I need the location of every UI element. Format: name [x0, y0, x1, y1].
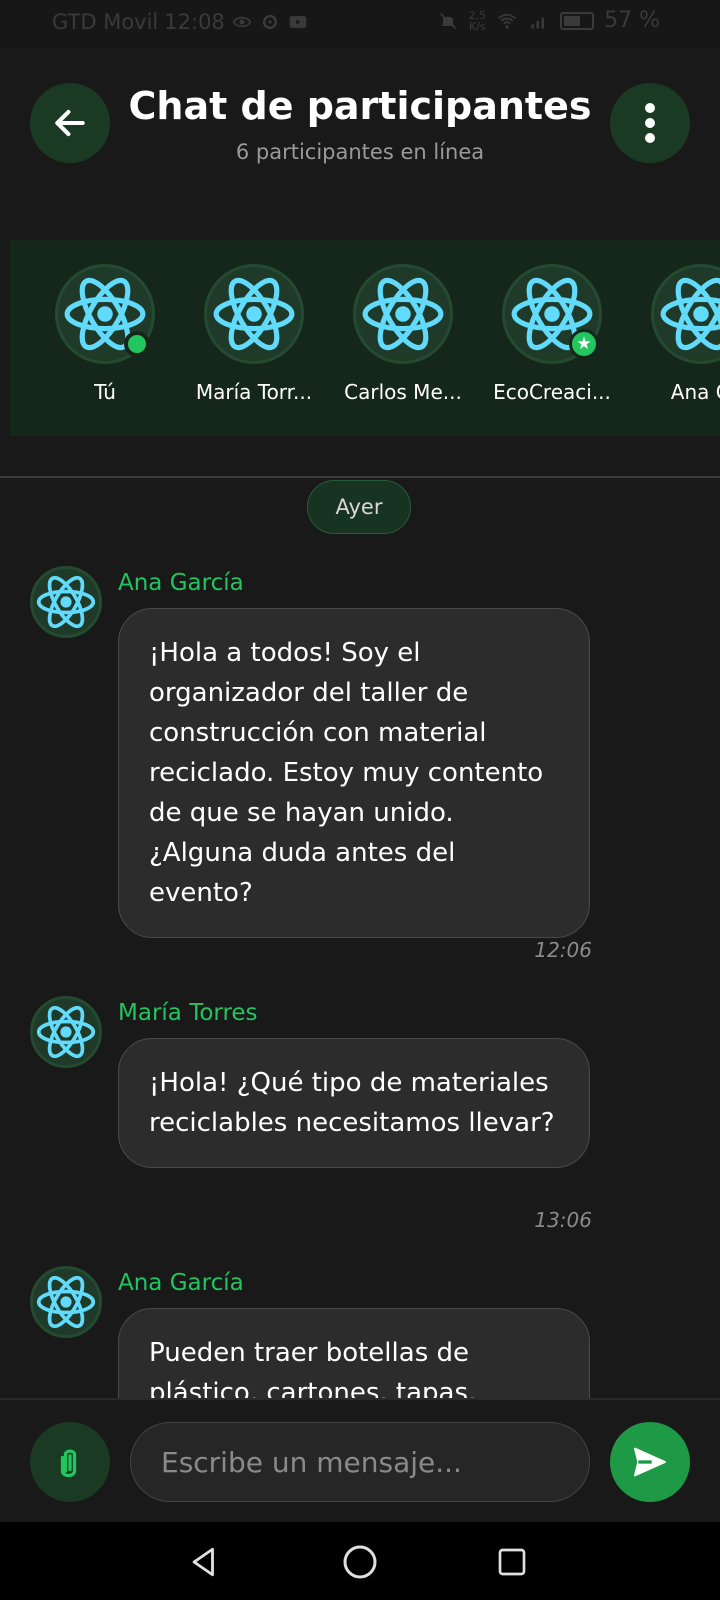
react-logo-icon: [36, 1275, 96, 1329]
attach-button[interactable]: [30, 1422, 110, 1502]
chat-header: Chat de participantes 6 participantes en…: [0, 48, 720, 238]
network-speed: 2,5 K/s: [469, 10, 487, 32]
participant-name: EcoCreaci...: [493, 380, 611, 404]
sender-avatar[interactable]: [30, 1266, 102, 1338]
eye-icon: [232, 16, 252, 28]
circle-home-icon: [343, 1545, 377, 1579]
date-separator: Ayer: [307, 480, 411, 534]
participant-item[interactable]: Carlos Me...: [338, 264, 468, 404]
youtube-icon: [289, 16, 307, 28]
react-logo-icon: [660, 277, 720, 351]
speed-unit: K/s: [469, 19, 486, 33]
send-icon: [634, 1447, 666, 1477]
status-time: 12:08: [164, 10, 225, 34]
carrier-label: GTD Movil: [52, 10, 159, 34]
react-logo-icon: [36, 1005, 96, 1059]
nav-home-button[interactable]: [336, 1538, 384, 1586]
divider: [0, 476, 720, 478]
composer-bar: [0, 1398, 720, 1522]
participant-name: Tú: [94, 380, 116, 404]
speed-value: 2,5: [468, 8, 487, 22]
paperclip-icon: [60, 1449, 77, 1478]
participant-name: María Torr...: [195, 380, 313, 404]
more-vertical-icon: [645, 103, 655, 143]
battery-level: 57 %: [604, 8, 660, 33]
message-bubble[interactable]: ¡Hola! ¿Qué tipo de materiales reciclabl…: [118, 1038, 590, 1168]
message-timestamp: 13:06: [534, 1208, 592, 1232]
avatar: [353, 264, 453, 364]
status-bar: GTD Movil 12:08 2,5 K/s 57 %: [0, 0, 720, 48]
avatar: [651, 264, 720, 364]
participant-item[interactable]: María Torr...: [189, 264, 319, 404]
participant-name: Ana G: [670, 380, 720, 404]
sender-avatar[interactable]: [30, 566, 102, 638]
react-logo-icon: [213, 277, 295, 351]
mute-icon: [439, 12, 456, 29]
participant-item[interactable]: ★ EcoCreaci...: [487, 264, 617, 404]
avatar: [204, 264, 304, 364]
signal-icon: [531, 17, 545, 28]
square-recents-icon: [498, 1548, 526, 1576]
avatar: [55, 264, 155, 364]
nav-recents-button[interactable]: [488, 1538, 536, 1586]
participants-strip[interactable]: Tú María Torr... Carlos Me... ★ EcoCreaci...…: [10, 240, 720, 436]
triangle-back-icon: [192, 1547, 214, 1577]
react-logo-icon: [362, 277, 444, 351]
wifi-icon: [498, 13, 517, 28]
nav-back-button[interactable]: [180, 1538, 228, 1586]
message-timestamp: 12:06: [534, 938, 592, 962]
sender-name: Ana García: [118, 1270, 244, 1296]
sender-avatar[interactable]: [30, 996, 102, 1068]
message-input[interactable]: [130, 1422, 590, 1502]
more-options-button[interactable]: [610, 83, 690, 163]
battery-icon: [560, 11, 595, 30]
react-logo-icon: [36, 575, 96, 629]
status-right: 2,5 K/s 57 %: [437, 8, 660, 33]
system-nav-bar: [0, 1522, 720, 1600]
avatar: ★: [502, 264, 602, 364]
sender-name: María Torres: [118, 1000, 258, 1026]
online-count: 6 participantes en línea: [235, 140, 485, 164]
star-icon: ★: [569, 329, 599, 359]
sender-name: Ana García: [118, 570, 244, 596]
participant-item[interactable]: Tú: [40, 264, 170, 404]
participant-item[interactable]: Ana G: [636, 264, 720, 404]
status-left: GTD Movil 12:08: [52, 10, 309, 34]
online-indicator: [124, 331, 150, 357]
message-bubble[interactable]: ¡Hola a todos! Soy el organizador del ta…: [118, 608, 590, 938]
gear-icon: [262, 14, 277, 30]
participant-name: Carlos Me...: [344, 380, 462, 404]
send-button[interactable]: [610, 1422, 690, 1502]
